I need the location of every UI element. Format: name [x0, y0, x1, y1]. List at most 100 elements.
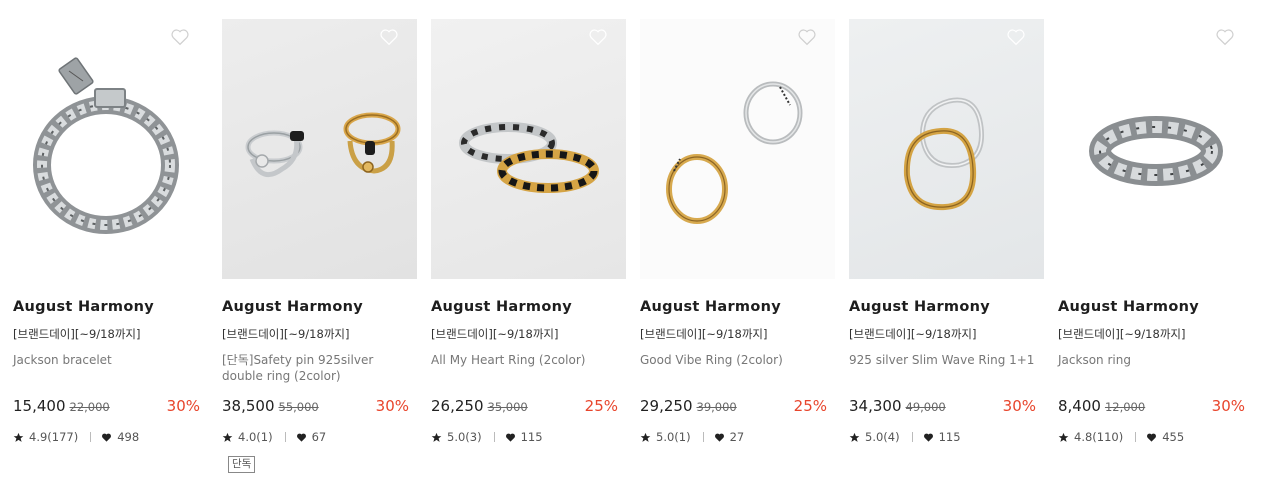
product-card[interactable]: August Harmony [브랜드데이][~9/18까지] 925 silv…: [849, 19, 1044, 444]
heart-outline-icon[interactable]: [379, 28, 399, 46]
rating: 4.8(110): [1074, 430, 1124, 444]
heart-filled-icon: [102, 433, 112, 442]
like-count: 455: [1162, 430, 1185, 444]
heart-filled-icon: [923, 433, 933, 442]
heart-filled-icon: [505, 433, 515, 442]
divider: [911, 432, 913, 442]
original-price: 35,000: [487, 400, 528, 414]
product-image[interactable]: [849, 19, 1044, 279]
product-card[interactable]: August Harmony [브랜드데이][~9/18까지] Jackson …: [13, 19, 208, 444]
original-price: 12,000: [1104, 400, 1146, 414]
product-price: 15,400 22,000: [13, 397, 110, 415]
product-image[interactable]: [431, 19, 626, 279]
chain-ring-icon: [1089, 116, 1223, 186]
product-name[interactable]: All My Heart Ring (2color): [431, 352, 626, 368]
product-stats: 4.8(110) 455: [1058, 430, 1184, 444]
product-card[interactable]: August Harmony [브랜드데이][~9/18까지] Good Vib…: [640, 19, 835, 444]
product-name[interactable]: [단독]Safety pin 925silver double ring (2c…: [222, 352, 417, 384]
product-image[interactable]: [13, 19, 208, 279]
star-icon: [849, 432, 860, 442]
product-price: 38,500 55,000: [222, 397, 319, 415]
band-ring-icon: [666, 81, 803, 224]
original-price: 55,000: [278, 400, 319, 414]
exclusive-badge: 단독: [228, 456, 256, 473]
like-count: 115: [520, 430, 543, 444]
product-name[interactable]: 925 silver Slim Wave Ring 1+1: [849, 352, 1044, 368]
product-image[interactable]: [222, 19, 417, 279]
rating: 5.0(1): [656, 430, 691, 444]
heart-filled-icon: [296, 433, 306, 442]
product-card[interactable]: August Harmony [브랜드데이][~9/18까지] Jackson …: [1058, 19, 1253, 444]
like-count: 27: [729, 430, 745, 444]
heart-outline-icon[interactable]: [588, 28, 608, 46]
product-name[interactable]: Jackson bracelet: [13, 352, 208, 368]
safety-pin-ring-icon: [245, 112, 401, 178]
product-stats: 5.0(4) 115: [849, 430, 961, 444]
product-promo[interactable]: [브랜드데이][~9/18까지]: [640, 326, 767, 342]
heart-outline-icon[interactable]: [1215, 28, 1235, 46]
divider: [493, 432, 495, 442]
heart-filled-icon: [714, 433, 724, 442]
discount-rate: 25%: [584, 397, 618, 415]
product-name[interactable]: Jackson ring: [1058, 352, 1253, 368]
product-image[interactable]: [640, 19, 835, 279]
divider: [702, 432, 704, 442]
product-stats: 5.0(1) 27: [640, 430, 744, 444]
sale-price: 34,300: [849, 397, 902, 415]
star-icon: [13, 432, 24, 442]
rating: 4.0(1): [238, 430, 273, 444]
product-brand[interactable]: August Harmony: [849, 299, 990, 315]
discount-rate: 30%: [166, 397, 200, 415]
divider: [1135, 432, 1137, 442]
product-grid: August Harmony [브랜드데이][~9/18까지] Jackson …: [0, 0, 1264, 478]
product-stats: 5.0(3) 115: [431, 430, 543, 444]
product-price: 29,250 39,000: [640, 397, 737, 415]
product-card[interactable]: August Harmony [브랜드데이][~9/18까지] All My H…: [431, 19, 626, 444]
heart-ring-icon: [459, 122, 599, 193]
product-brand[interactable]: August Harmony: [431, 299, 572, 315]
sale-price: 8,400: [1058, 397, 1101, 415]
original-price: 22,000: [69, 400, 110, 414]
sale-price: 38,500: [222, 397, 275, 415]
product-brand[interactable]: August Harmony: [1058, 299, 1199, 315]
product-stats: 4.9(177) 498: [13, 430, 139, 444]
wave-ring-icon: [903, 97, 985, 211]
like-count: 67: [311, 430, 327, 444]
rating: 5.0(4): [865, 430, 900, 444]
product-image[interactable]: [1058, 19, 1253, 279]
original-price: 39,000: [696, 400, 737, 414]
product-price: 34,300 49,000: [849, 397, 946, 415]
original-price: 49,000: [905, 400, 946, 414]
product-name[interactable]: Good Vibe Ring (2color): [640, 352, 835, 368]
heart-outline-icon[interactable]: [170, 28, 190, 46]
product-promo[interactable]: [브랜드데이][~9/18까지]: [222, 326, 349, 342]
star-icon: [222, 432, 233, 442]
rating: 4.9(177): [29, 430, 79, 444]
star-icon: [1058, 432, 1069, 442]
product-promo[interactable]: [브랜드데이][~9/18까지]: [1058, 326, 1185, 342]
product-promo[interactable]: [브랜드데이][~9/18까지]: [849, 326, 976, 342]
sale-price: 29,250: [640, 397, 693, 415]
heart-filled-icon: [1147, 433, 1157, 442]
divider: [284, 432, 286, 442]
product-brand[interactable]: August Harmony: [13, 299, 154, 315]
heart-outline-icon[interactable]: [1006, 28, 1026, 46]
product-card[interactable]: August Harmony [브랜드데이][~9/18까지] [단독]Safe…: [222, 19, 417, 473]
heart-outline-icon[interactable]: [797, 28, 817, 46]
star-icon: [431, 432, 442, 442]
product-price: 26,250 35,000: [431, 397, 528, 415]
divider: [90, 432, 92, 442]
chain-bracelet-icon: [33, 57, 179, 234]
product-promo[interactable]: [브랜드데이][~9/18까지]: [13, 326, 140, 342]
discount-rate: 30%: [1211, 397, 1245, 415]
product-price: 8,400 12,000: [1058, 397, 1145, 415]
like-count: 115: [938, 430, 961, 444]
product-brand[interactable]: August Harmony: [222, 299, 363, 315]
discount-rate: 30%: [375, 397, 409, 415]
discount-rate: 25%: [793, 397, 827, 415]
rating: 5.0(3): [447, 430, 482, 444]
product-brand[interactable]: August Harmony: [640, 299, 781, 315]
product-promo[interactable]: [브랜드데이][~9/18까지]: [431, 326, 558, 342]
product-stats: 4.0(1) 67: [222, 430, 326, 444]
like-count: 498: [117, 430, 140, 444]
